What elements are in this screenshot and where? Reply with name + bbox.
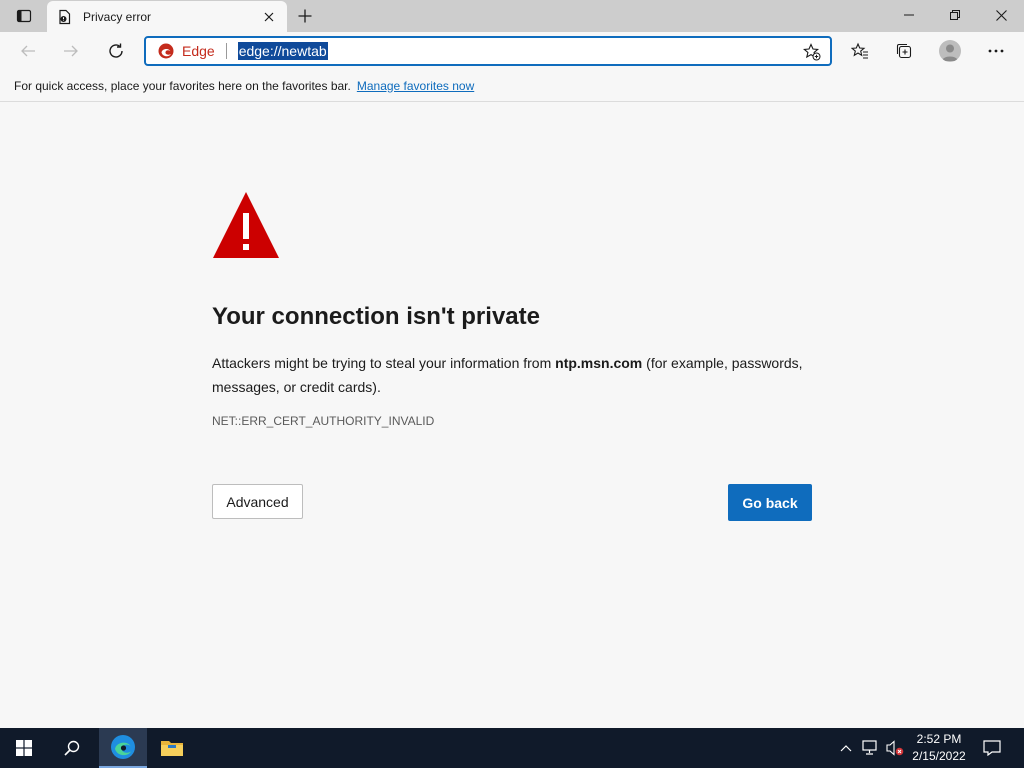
edge-logo-icon [158,43,174,59]
profile-icon [939,40,961,62]
edge-brand-label: Edge [182,43,215,59]
windows-icon [16,740,32,756]
plus-icon [298,9,312,23]
error-heading: Your connection isn't private [212,303,540,330]
close-icon [995,9,1007,21]
volume-muted-icon [886,740,904,756]
collections-icon [896,43,912,59]
forward-button[interactable] [56,36,86,66]
clock-time: 2:52 PM [916,732,962,746]
tab-title: Privacy error [83,9,152,24]
forward-icon [64,45,78,57]
minimize-icon [904,14,914,16]
error-description: Attackers might be trying to steal your … [212,351,812,399]
profile-button[interactable] [935,36,965,66]
back-icon [21,45,35,57]
new-tab-button[interactable] [293,4,317,28]
clock-date: 2/15/2022 [912,749,966,763]
tab-actions-button[interactable] [8,4,40,28]
error-code: NET::ERR_CERT_AUTHORITY_INVALID [212,414,435,428]
go-back-button[interactable]: Go back [728,484,812,521]
show-hidden-icons-button[interactable] [836,728,856,768]
network-icon [862,740,877,755]
tab-actions-icon [16,9,32,23]
notification-icon [983,740,1001,756]
refresh-icon [109,43,123,58]
restore-icon [950,10,960,20]
collections-button[interactable] [889,36,919,66]
warning-icon [213,192,279,258]
manage-favorites-link[interactable]: Manage favorites now [357,79,474,93]
advanced-button[interactable]: Advanced [212,484,303,519]
tab-privacy-error[interactable]: Privacy error [47,1,287,32]
minimize-button[interactable] [886,0,932,30]
tab-close-button[interactable] [261,9,277,25]
url-text[interactable]: edge://newtab [237,42,328,60]
more-icon [988,49,1004,53]
error-page: Your connection isn't private Attackers … [0,103,1024,728]
restore-button[interactable] [932,0,978,30]
favorites-bar-message: For quick access, place your favorites h… [14,78,351,93]
add-favorite-icon [803,43,821,61]
notifications-button[interactable] [978,728,1006,768]
address-bar[interactable]: Edge edge://newtab [144,36,832,66]
start-button[interactable] [0,728,48,768]
taskbar-edge-button[interactable] [99,728,147,768]
more-button[interactable] [981,36,1011,66]
site-identity[interactable]: Edge [158,43,215,59]
add-favorite-button[interactable] [802,42,822,62]
close-icon [264,12,274,21]
omnibox-divider [225,43,227,59]
error-host: ntp.msn.com [555,355,643,371]
refresh-button[interactable] [101,36,131,66]
favicon-icon [59,9,71,24]
taskbar-search-button[interactable] [48,728,96,768]
system-clock[interactable]: 2:52 PM 2/15/2022 [904,731,974,765]
chevron-up-icon [840,745,852,752]
network-tray-button[interactable] [860,728,882,768]
edge-logo-icon [111,735,135,759]
error-description-text: Attackers might be trying to steal your … [212,355,556,371]
taskbar-file-explorer-button[interactable] [148,728,196,768]
volume-tray-button[interactable] [884,728,906,768]
taskbar: 2:52 PM 2/15/2022 [0,728,1024,768]
title-bar: Privacy error [0,0,1024,32]
close-window-button[interactable] [978,0,1024,30]
favorites-icon [851,42,868,59]
file-explorer-icon [161,741,183,756]
search-icon [64,740,80,756]
favorites-bar: For quick access, place your favorites h… [0,70,1024,102]
back-button[interactable] [13,36,43,66]
toolbar: Edge edge://newtab [0,32,1024,70]
favorites-button[interactable] [845,36,875,66]
